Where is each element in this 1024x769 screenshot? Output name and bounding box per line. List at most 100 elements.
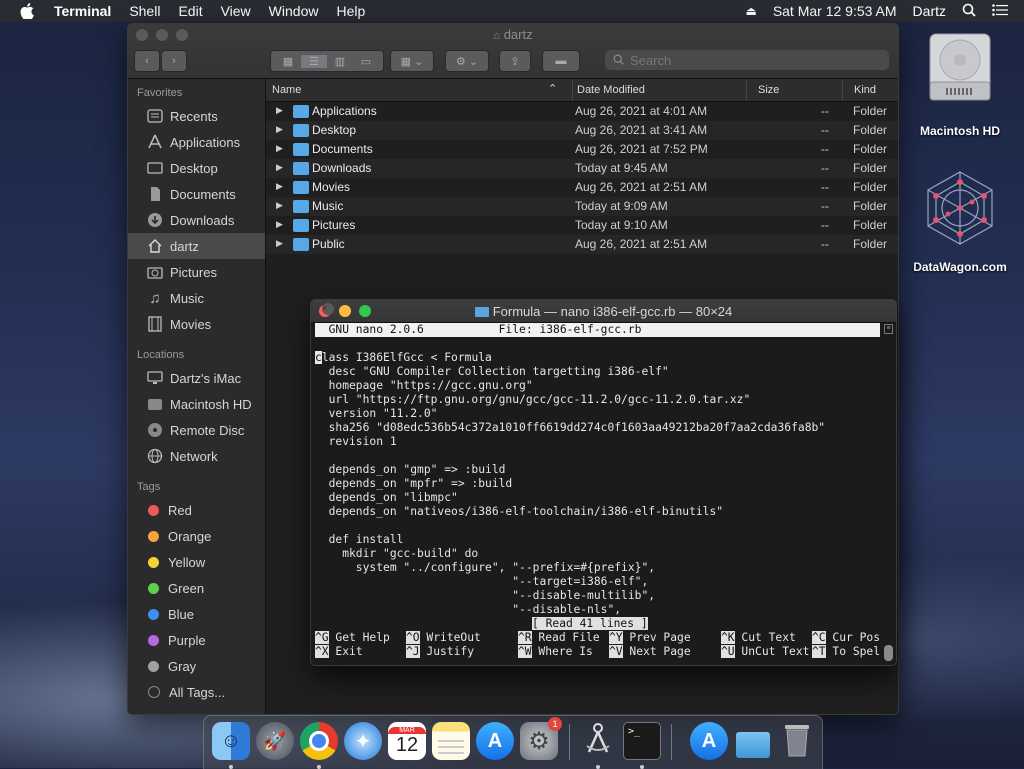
scroll-up-icon[interactable]: ≡ [884,324,893,334]
dock-instruments[interactable] [579,722,617,769]
sidebar-item-dartz[interactable]: dartz [128,233,265,259]
dock-launchpad[interactable]: 🚀 [256,722,294,760]
disclosure-triangle-icon[interactable]: ▶ [276,238,283,249]
column-divider[interactable] [842,79,843,101]
sidebar-tag-purple[interactable]: Purple [128,627,265,653]
dock-trash[interactable] [778,722,816,760]
code-line: depends_on "mpfr" => :build [315,477,513,490]
sidebar-item-imac[interactable]: Dartz's iMac [128,365,265,391]
sidebar-item-network[interactable]: Network [128,443,265,469]
sidebar-item-macintosh-hd[interactable]: Macintosh HD [128,391,265,417]
sidebar-item-desktop[interactable]: Desktop [128,155,265,181]
dock-finder[interactable]: ☺ [212,722,250,769]
terminal-screen[interactable]: GNU nano 2.0.6 File: i386-elf-gcc.rb cla… [315,323,880,665]
apple-icon[interactable] [18,2,36,20]
list-view-icon[interactable]: ☰ [301,54,327,68]
tags-button[interactable]: ▬ [542,50,580,72]
sidebar-item-movies[interactable]: Movies [128,311,265,337]
table-row[interactable]: ▶ Movies Aug 26, 2021 at 2:51 AM -- Folder [266,178,898,197]
share-button[interactable]: ⇪ [499,50,531,72]
disclosure-triangle-icon[interactable]: ▶ [276,105,283,116]
desktop-icon-datawagon[interactable]: DataWagon.com [900,168,1020,274]
eject-icon[interactable]: ⏏ [745,4,756,18]
column-kind[interactable]: Kind [854,84,876,96]
sort-chevron-icon[interactable]: ⌃ [548,82,557,95]
menu-help[interactable]: Help [336,3,365,19]
dock-terminal[interactable]: >_ [623,722,661,769]
forward-button[interactable]: › [161,50,187,72]
shortcut-label: Prev Page [629,631,691,644]
dock-calendar[interactable]: MAR 12 [388,722,426,760]
gallery-view-icon[interactable]: ▭ [353,55,379,68]
disclosure-triangle-icon[interactable]: ▶ [276,200,283,211]
column-size[interactable]: Size [758,84,779,96]
table-row[interactable]: ▶ Desktop Aug 26, 2021 at 3:41 AM -- Folder [266,121,898,140]
view-mode-segmented[interactable]: ▦ ☰ ▥ ▭ [270,50,384,72]
table-row[interactable]: ▶ Applications Aug 26, 2021 at 4:01 AM -- Fo… [266,102,898,121]
disclosure-triangle-icon[interactable]: ▶ [276,162,283,173]
column-divider[interactable] [746,79,747,101]
menu-shell[interactable]: Shell [129,3,160,19]
sidebar-tag-gray[interactable]: Gray [128,653,265,679]
app-store-icon: A [487,729,503,752]
sidebar-tag-blue[interactable]: Blue [128,601,265,627]
sidebar-tag-red[interactable]: Red [128,497,265,523]
sidebar-all-tags[interactable]: All Tags... [128,679,265,705]
column-view-icon[interactable]: ▥ [327,55,353,68]
tag-icon: ▬ [555,55,567,67]
menu-edit[interactable]: Edit [178,3,202,19]
menu-view[interactable]: View [221,3,251,19]
column-divider[interactable] [572,79,573,101]
table-row[interactable]: ▶ Public Aug 26, 2021 at 2:51 AM -- Folder [266,235,898,254]
sidebar-item-label: Dartz's iMac [170,370,242,386]
icon-view-icon[interactable]: ▦ [275,55,301,68]
datawagon-logo-icon [920,168,1000,248]
sidebar-item-recents[interactable]: Recents [128,103,265,129]
column-date-modified[interactable]: Date Modified [577,84,645,96]
hard-drive-icon [924,30,996,106]
dock-notes[interactable] [432,722,470,760]
sidebar-item-applications[interactable]: Applications [128,129,265,155]
menu-window[interactable]: Window [269,3,319,19]
notification-badge: 1 [548,717,562,731]
column-name[interactable]: Name [272,84,301,96]
menu-app-name[interactable]: Terminal [54,3,111,19]
shortcut-key: ^J [406,645,420,658]
group-button[interactable]: ▦ ⌄ [390,50,434,72]
disclosure-triangle-icon[interactable]: ▶ [276,124,283,135]
dock-downloads-stack[interactable] [734,722,772,760]
menubar-clock[interactable]: Sat Mar 12 9:53 AM [773,3,897,19]
dock-safari[interactable]: ✦ [344,722,382,760]
sidebar-tag-green[interactable]: Green [128,575,265,601]
menubar-user[interactable]: Dartz [913,3,946,19]
sidebar-item-music[interactable]: ♫ Music [128,285,265,311]
table-row[interactable]: ▶ Documents Aug 26, 2021 at 7:52 PM -- Folde… [266,140,898,159]
dock-system-preferences[interactable]: ⚙ 1 [520,717,562,760]
sidebar-item-label: dartz [170,238,199,254]
calendar-day: 12 [395,733,419,756]
file-name: Movies [312,180,351,194]
sidebar-item-downloads[interactable]: Downloads [128,207,265,233]
table-row[interactable]: ▶ Music Today at 9:09 AM -- Folder [266,197,898,216]
back-button[interactable]: ‹ [134,50,160,72]
disclosure-triangle-icon[interactable]: ▶ [276,143,283,154]
sidebar-tag-yellow[interactable]: Yellow [128,549,265,575]
scrollbar-thumb[interactable] [884,645,893,661]
dock-app-store-folder[interactable]: A [690,722,728,760]
disclosure-triangle-icon[interactable]: ▶ [276,181,283,192]
sidebar-item-pictures[interactable]: Pictures [128,259,265,285]
terminal-scrollbar[interactable]: ≡ [884,324,893,661]
dock-app-store[interactable]: A [476,722,514,760]
dock-chrome[interactable] [300,722,338,769]
table-row[interactable]: ▶ Pictures Today at 9:10 AM -- Folder [266,216,898,235]
sidebar-tag-orange[interactable]: Orange [128,523,265,549]
desktop-icon-macintosh-hd[interactable]: Macintosh HD [905,30,1015,138]
spotlight-search-icon[interactable] [962,3,976,20]
disclosure-triangle-icon[interactable]: ▶ [276,219,283,230]
action-button[interactable]: ⚙ ⌄ [445,50,489,72]
sidebar-item-remote-disc[interactable]: Remote Disc [128,417,265,443]
sidebar-item-documents[interactable]: Documents [128,181,265,207]
table-row[interactable]: ▶ Downloads Today at 9:45 AM -- Folder [266,159,898,178]
search-field[interactable]: Search [605,50,889,70]
notification-center-icon[interactable] [992,3,1008,19]
